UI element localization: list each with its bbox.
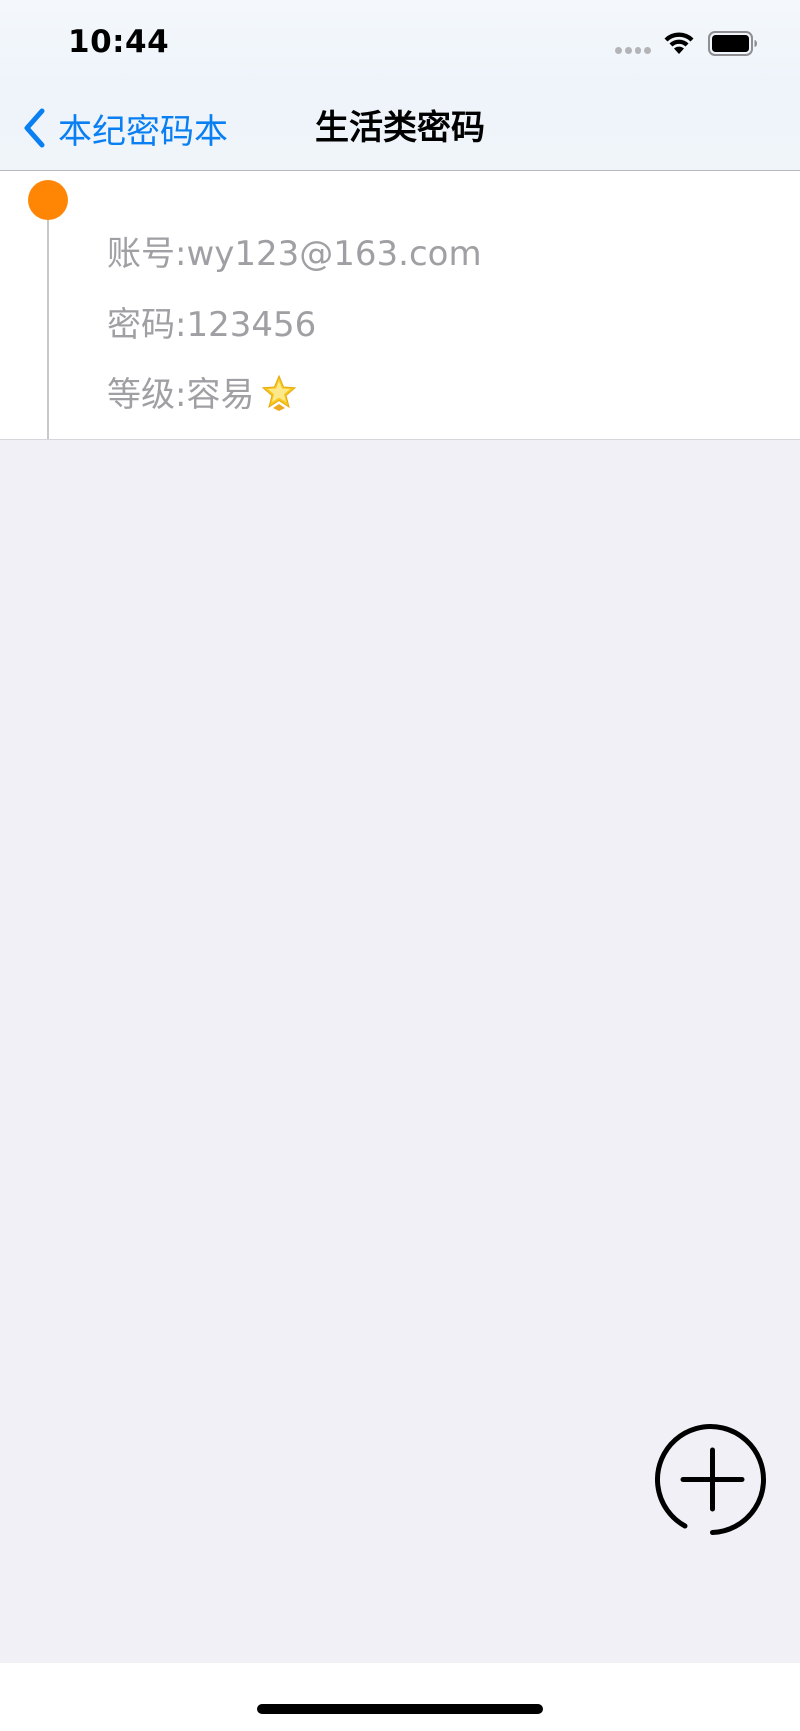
timeline-dot — [28, 180, 68, 220]
page-title: 生活类密码 — [315, 108, 485, 148]
add-button[interactable] — [655, 1422, 770, 1537]
level-text: 等级:容易 — [107, 375, 255, 415]
level-row: 等级:容易 — [107, 367, 298, 416]
cellular-signal-icon — [615, 47, 651, 54]
wifi-icon — [664, 32, 694, 54]
navigation-bar: 本纪密码本 生活类密码 — [0, 88, 800, 171]
status-bar: 10:44 — [0, 0, 800, 88]
home-indicator[interactable] — [257, 1704, 543, 1714]
password-text: 密码:123456 — [107, 305, 317, 345]
add-circle-icon — [655, 1424, 766, 1535]
password-entry-cell[interactable]: 账号:wy123@163.com 密码:123456 等级:容易 — [0, 171, 800, 440]
status-time: 10:44 — [68, 24, 170, 60]
battery-icon — [708, 31, 757, 56]
timeline-line — [47, 216, 49, 439]
account-text: 账号:wy123@163.com — [107, 234, 482, 274]
star-icon — [262, 374, 297, 411]
bottom-safe-area — [0, 1663, 800, 1731]
